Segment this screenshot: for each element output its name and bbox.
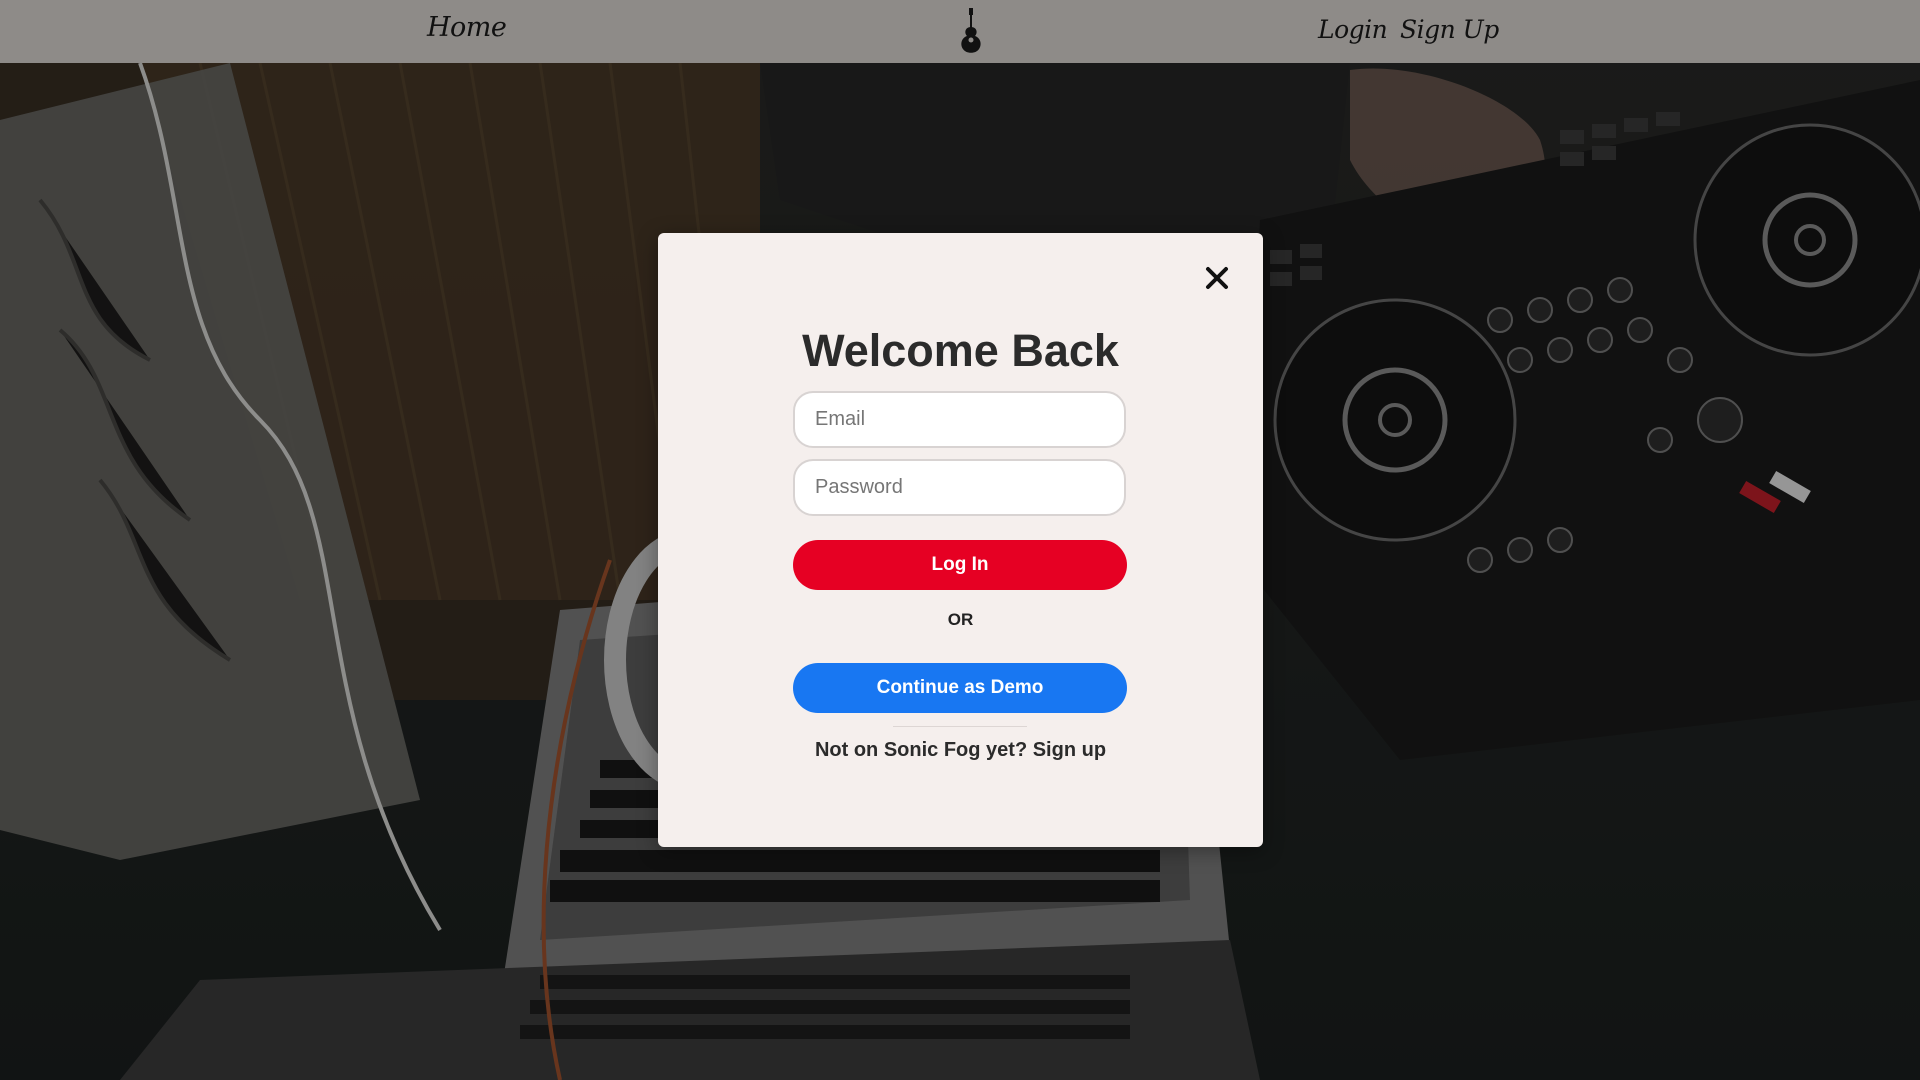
divider: [893, 726, 1027, 727]
modal-title: Welcome Back: [802, 325, 1119, 376]
close-icon[interactable]: [1202, 263, 1232, 293]
nav-home-link[interactable]: Home: [427, 12, 507, 43]
signup-prompt-link[interactable]: Not on Sonic Fog yet? Sign up: [658, 739, 1263, 762]
password-field[interactable]: [793, 459, 1126, 516]
login-button[interactable]: Log In: [793, 540, 1127, 590]
email-field[interactable]: [793, 391, 1126, 448]
navbar: Home Login Sign Up: [0, 0, 1920, 63]
guitar-icon[interactable]: [956, 7, 986, 55]
or-separator: OR: [947, 610, 974, 629]
nav-login-link[interactable]: Login: [1318, 15, 1388, 44]
demo-button[interactable]: Continue as Demo: [793, 663, 1127, 713]
nav-signup-link[interactable]: Sign Up: [1400, 15, 1499, 44]
